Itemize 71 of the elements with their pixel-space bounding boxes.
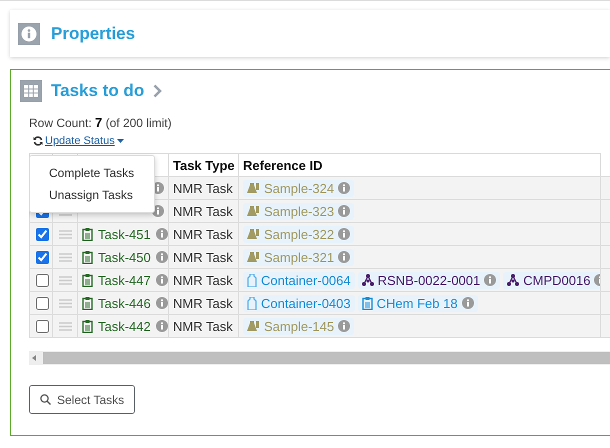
info-icon[interactable] <box>156 274 168 286</box>
table-cell: NMR Task <box>168 268 238 292</box>
caret-icon <box>116 139 124 143</box>
info-icon <box>18 22 40 44</box>
scrollbar-thumb[interactable] <box>43 352 610 364</box>
info-icon[interactable] <box>338 251 350 263</box>
table-header-cell: Reference ID <box>238 154 600 176</box>
table-cell: NMR Task <box>168 200 238 222</box>
drag-handle-icon[interactable] <box>58 322 72 330</box>
drag-handle-icon[interactable] <box>58 230 72 238</box>
horizontal-scrollbar[interactable] <box>29 351 610 365</box>
table-cell: NMR Task <box>168 176 238 200</box>
drag-handle-icon[interactable] <box>58 276 72 284</box>
info-icon[interactable] <box>156 251 168 263</box>
info-icon[interactable] <box>156 297 168 309</box>
table-cell: NMR Task <box>168 222 238 246</box>
table-cell: NMR Task <box>168 314 238 338</box>
info-icon[interactable] <box>338 182 350 194</box>
update-status-button[interactable]: Update Status <box>33 135 124 147</box>
info-icon[interactable] <box>484 274 496 286</box>
reference-chip[interactable]: Container-0403 <box>243 294 355 312</box>
menu-item[interactable]: Unassign Tasks <box>30 184 154 206</box>
menu-item[interactable]: Complete Tasks <box>30 162 154 184</box>
reference-chip[interactable]: Container-0064 <box>243 272 355 288</box>
info-icon[interactable] <box>462 297 474 309</box>
table-icon <box>20 80 42 102</box>
drag-handle-icon[interactable] <box>58 298 72 308</box>
flask-icon <box>247 182 260 194</box>
refresh-icon <box>33 136 43 146</box>
select-tasks-button[interactable]: Select Tasks <box>29 385 136 414</box>
task-link[interactable]: Task-451 <box>98 226 151 242</box>
row-checkbox[interactable] <box>36 228 49 240</box>
reference-chip[interactable]: CHem Feb 18 <box>358 294 478 312</box>
table-cell: NMR Task <box>168 246 238 268</box>
row-checkbox[interactable] <box>36 320 49 332</box>
molecule-icon <box>362 274 374 286</box>
info-icon[interactable] <box>338 320 350 332</box>
clipboard-icon <box>362 296 373 310</box>
reference-chip[interactable]: CMPD0016 <box>503 272 600 288</box>
info-icon[interactable] <box>338 228 350 240</box>
bottle-icon <box>247 274 257 286</box>
info-icon[interactable] <box>156 320 168 332</box>
chevron-icon[interactable] <box>153 84 162 98</box>
task-link[interactable]: Task-450 <box>98 250 151 264</box>
flask-icon <box>247 228 260 240</box>
clipboard-icon <box>82 228 93 240</box>
task-link[interactable]: Task-446 <box>98 296 151 310</box>
flask-icon <box>247 204 260 218</box>
flask-icon <box>247 250 260 264</box>
table-cell: NMR Task <box>168 292 238 314</box>
row-checkbox[interactable] <box>36 274 49 286</box>
clipboard-icon <box>82 320 93 332</box>
panel-title: Properties <box>51 24 136 44</box>
search-icon <box>40 394 51 405</box>
clipboard-icon <box>82 250 93 264</box>
clipboard-icon <box>82 296 93 310</box>
row-checkbox[interactable] <box>36 296 49 310</box>
row-count: Row Count: 7 (of 200 limit) <box>29 115 173 130</box>
task-link[interactable]: Task-447 <box>98 272 151 288</box>
flask-icon <box>247 320 260 332</box>
drag-handle-icon[interactable] <box>58 252 72 262</box>
task-link[interactable]: Task-442 <box>98 318 151 334</box>
reference-chip[interactable]: RSNB-0022-0001 <box>358 272 500 288</box>
info-icon[interactable] <box>338 205 350 217</box>
row-checkbox[interactable] <box>36 250 49 264</box>
info-icon[interactable] <box>156 228 168 240</box>
molecule-icon <box>507 274 520 286</box>
clipboard-icon <box>82 274 93 286</box>
table-header-cell: Task Type <box>168 154 238 176</box>
bottle-icon <box>247 296 257 310</box>
panel-title: Tasks to do <box>51 81 144 101</box>
